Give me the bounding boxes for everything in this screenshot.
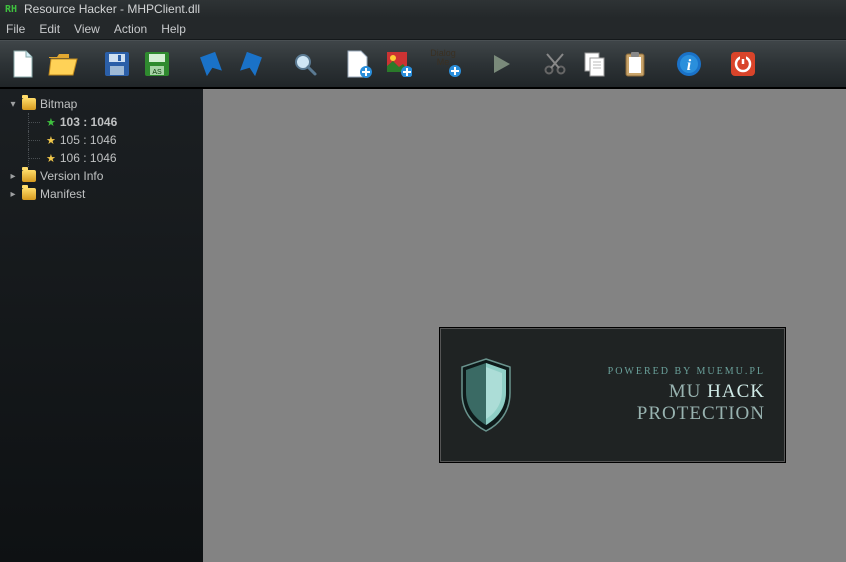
image-plus-icon	[386, 51, 412, 77]
new-file-icon	[11, 50, 35, 78]
tree-label: 103 : 1046	[60, 115, 117, 129]
tree-label: 105 : 1046	[60, 133, 117, 147]
folder-icon	[22, 170, 36, 182]
folder-icon	[22, 188, 36, 200]
open-file-button[interactable]	[46, 47, 80, 81]
tree-leaf-106[interactable]: ★ 106 : 1046	[0, 149, 203, 167]
save-as-button[interactable]: AS	[140, 47, 174, 81]
copy-icon	[583, 51, 607, 77]
bookmark-right-icon	[239, 52, 263, 76]
tree-label: Manifest	[40, 187, 85, 201]
add-image-resource-button[interactable]	[382, 47, 416, 81]
shield-icon	[456, 355, 516, 435]
info-button[interactable]: i	[672, 47, 706, 81]
star-yellow-icon: ★	[46, 134, 56, 147]
magnifier-icon	[292, 51, 318, 77]
bookmark-left-icon	[199, 52, 223, 76]
bookmark-prev-button[interactable]	[194, 47, 228, 81]
menu-action[interactable]: Action	[114, 22, 147, 36]
preview-text-block: POWERED BY MUEMU.PL MU HACK PROTECTION	[536, 366, 765, 425]
tree-node-versioninfo[interactable]: ▸ Version Info	[0, 167, 203, 185]
exit-button[interactable]	[726, 47, 760, 81]
clipboard-icon	[624, 51, 646, 77]
save-button[interactable]	[100, 47, 134, 81]
add-dialog-button[interactable]: Dialog Me	[422, 47, 464, 81]
floppy-blue-icon	[104, 51, 130, 77]
power-icon	[730, 51, 756, 77]
info-icon: i	[676, 51, 702, 77]
plus-small-icon	[449, 65, 461, 77]
svg-text:AS: AS	[152, 69, 162, 76]
star-green-icon: ★	[46, 116, 56, 129]
add-binary-resource-button[interactable]	[342, 47, 376, 81]
tree-leaf-105[interactable]: ★ 105 : 1046	[0, 131, 203, 149]
toolbar: AS Dialog Me i	[0, 40, 846, 89]
tree-node-manifest[interactable]: ▸ Manifest	[0, 185, 203, 203]
dialog-label-2: Me	[437, 58, 450, 67]
menu-view[interactable]: View	[74, 22, 100, 36]
tree-label: Version Info	[40, 169, 103, 183]
new-file-button[interactable]	[6, 47, 40, 81]
preview-title: MU HACK PROTECTION	[536, 381, 765, 425]
find-button[interactable]	[288, 47, 322, 81]
menu-edit[interactable]: Edit	[39, 22, 60, 36]
svg-text:i: i	[687, 57, 692, 74]
copy-button[interactable]	[578, 47, 612, 81]
floppy-green-icon: AS	[144, 51, 170, 77]
expander-closed-icon[interactable]: ▸	[8, 171, 18, 182]
tree-label: Bitmap	[40, 97, 77, 111]
menu-bar: File Edit View Action Help	[0, 18, 846, 40]
folder-icon	[22, 98, 36, 110]
star-yellow-icon: ★	[46, 152, 56, 165]
tree-node-bitmap[interactable]: ▾ Bitmap	[0, 95, 203, 113]
title-bar: RH Resource Hacker - MHPClient.dll	[0, 0, 846, 18]
preview-pane: POWERED BY MUEMU.PL MU HACK PROTECTION	[203, 89, 846, 562]
tree-leaf-103[interactable]: ★ 103 : 1046	[0, 113, 203, 131]
main-body: ▾ Bitmap ★ 103 : 1046 ★ 105 : 1046 ★ 106…	[0, 89, 846, 562]
bookmark-next-button[interactable]	[234, 47, 268, 81]
doc-plus-icon	[346, 50, 372, 78]
run-button[interactable]	[484, 47, 518, 81]
paste-button[interactable]	[618, 47, 652, 81]
play-icon	[490, 53, 512, 75]
window-title: Resource Hacker - MHPClient.dll	[24, 2, 200, 16]
cut-button[interactable]	[538, 47, 572, 81]
menu-file[interactable]: File	[6, 22, 25, 36]
preview-subtitle: POWERED BY MUEMU.PL	[536, 366, 765, 377]
tree-label: 106 : 1046	[60, 151, 117, 165]
open-folder-icon	[48, 52, 78, 76]
expander-open-icon[interactable]: ▾	[8, 99, 18, 110]
expander-closed-icon[interactable]: ▸	[8, 189, 18, 200]
menu-help[interactable]: Help	[161, 22, 186, 36]
bitmap-preview: POWERED BY MUEMU.PL MU HACK PROTECTION	[439, 327, 786, 463]
scissors-icon	[543, 52, 567, 76]
app-icon: RH	[4, 2, 18, 16]
resource-tree[interactable]: ▾ Bitmap ★ 103 : 1046 ★ 105 : 1046 ★ 106…	[0, 89, 203, 562]
